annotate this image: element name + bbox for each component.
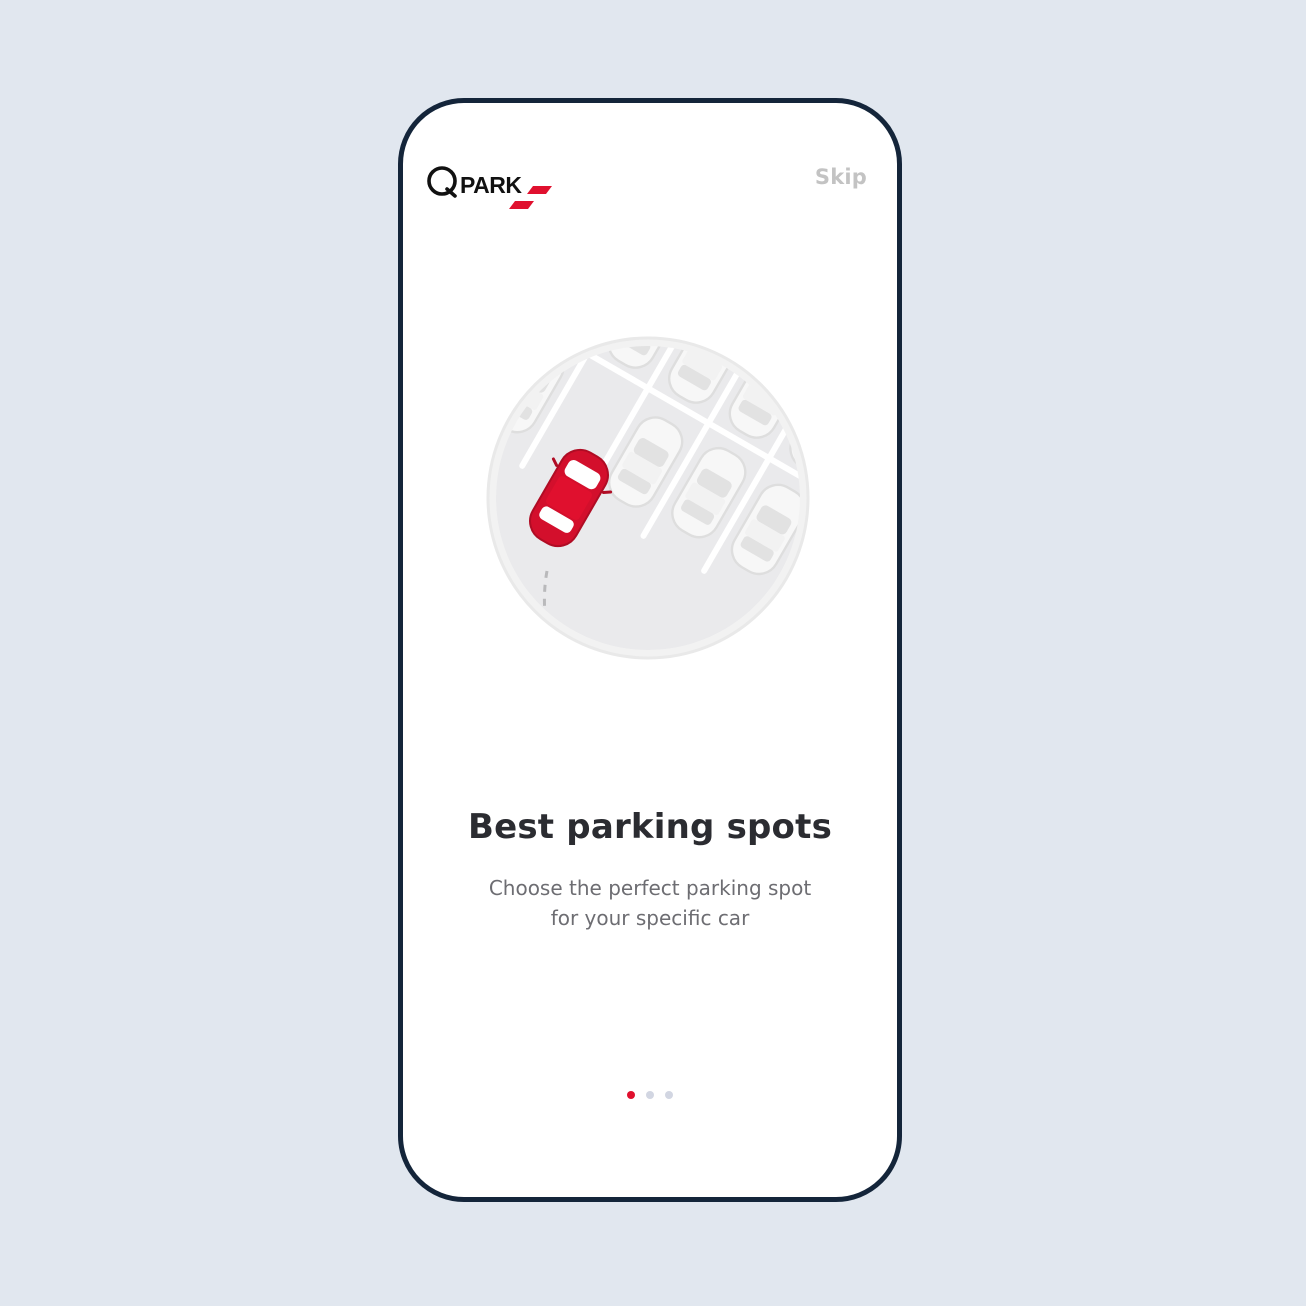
svg-text:PARK: PARK — [460, 172, 522, 198]
qpark-logo: PARK — [425, 159, 555, 215]
car-parking-illustration — [483, 333, 813, 663]
page-dot-2[interactable] — [646, 1091, 654, 1099]
page-dot-3[interactable] — [665, 1091, 673, 1099]
skip-button[interactable]: Skip — [815, 165, 867, 189]
phone-screen: PARK Skip Best parking spots Choose the … — [398, 98, 902, 1202]
subtitle-line-2: for your specific car — [550, 906, 750, 930]
onboarding-subtitle: Choose the perfect parking spot for your… — [463, 873, 837, 933]
page-indicator — [403, 1091, 897, 1101]
page-dot-1[interactable] — [627, 1091, 635, 1099]
onboarding-title: Best parking spots — [467, 807, 833, 847]
subtitle-line-1: Choose the perfect parking spot — [488, 876, 812, 900]
